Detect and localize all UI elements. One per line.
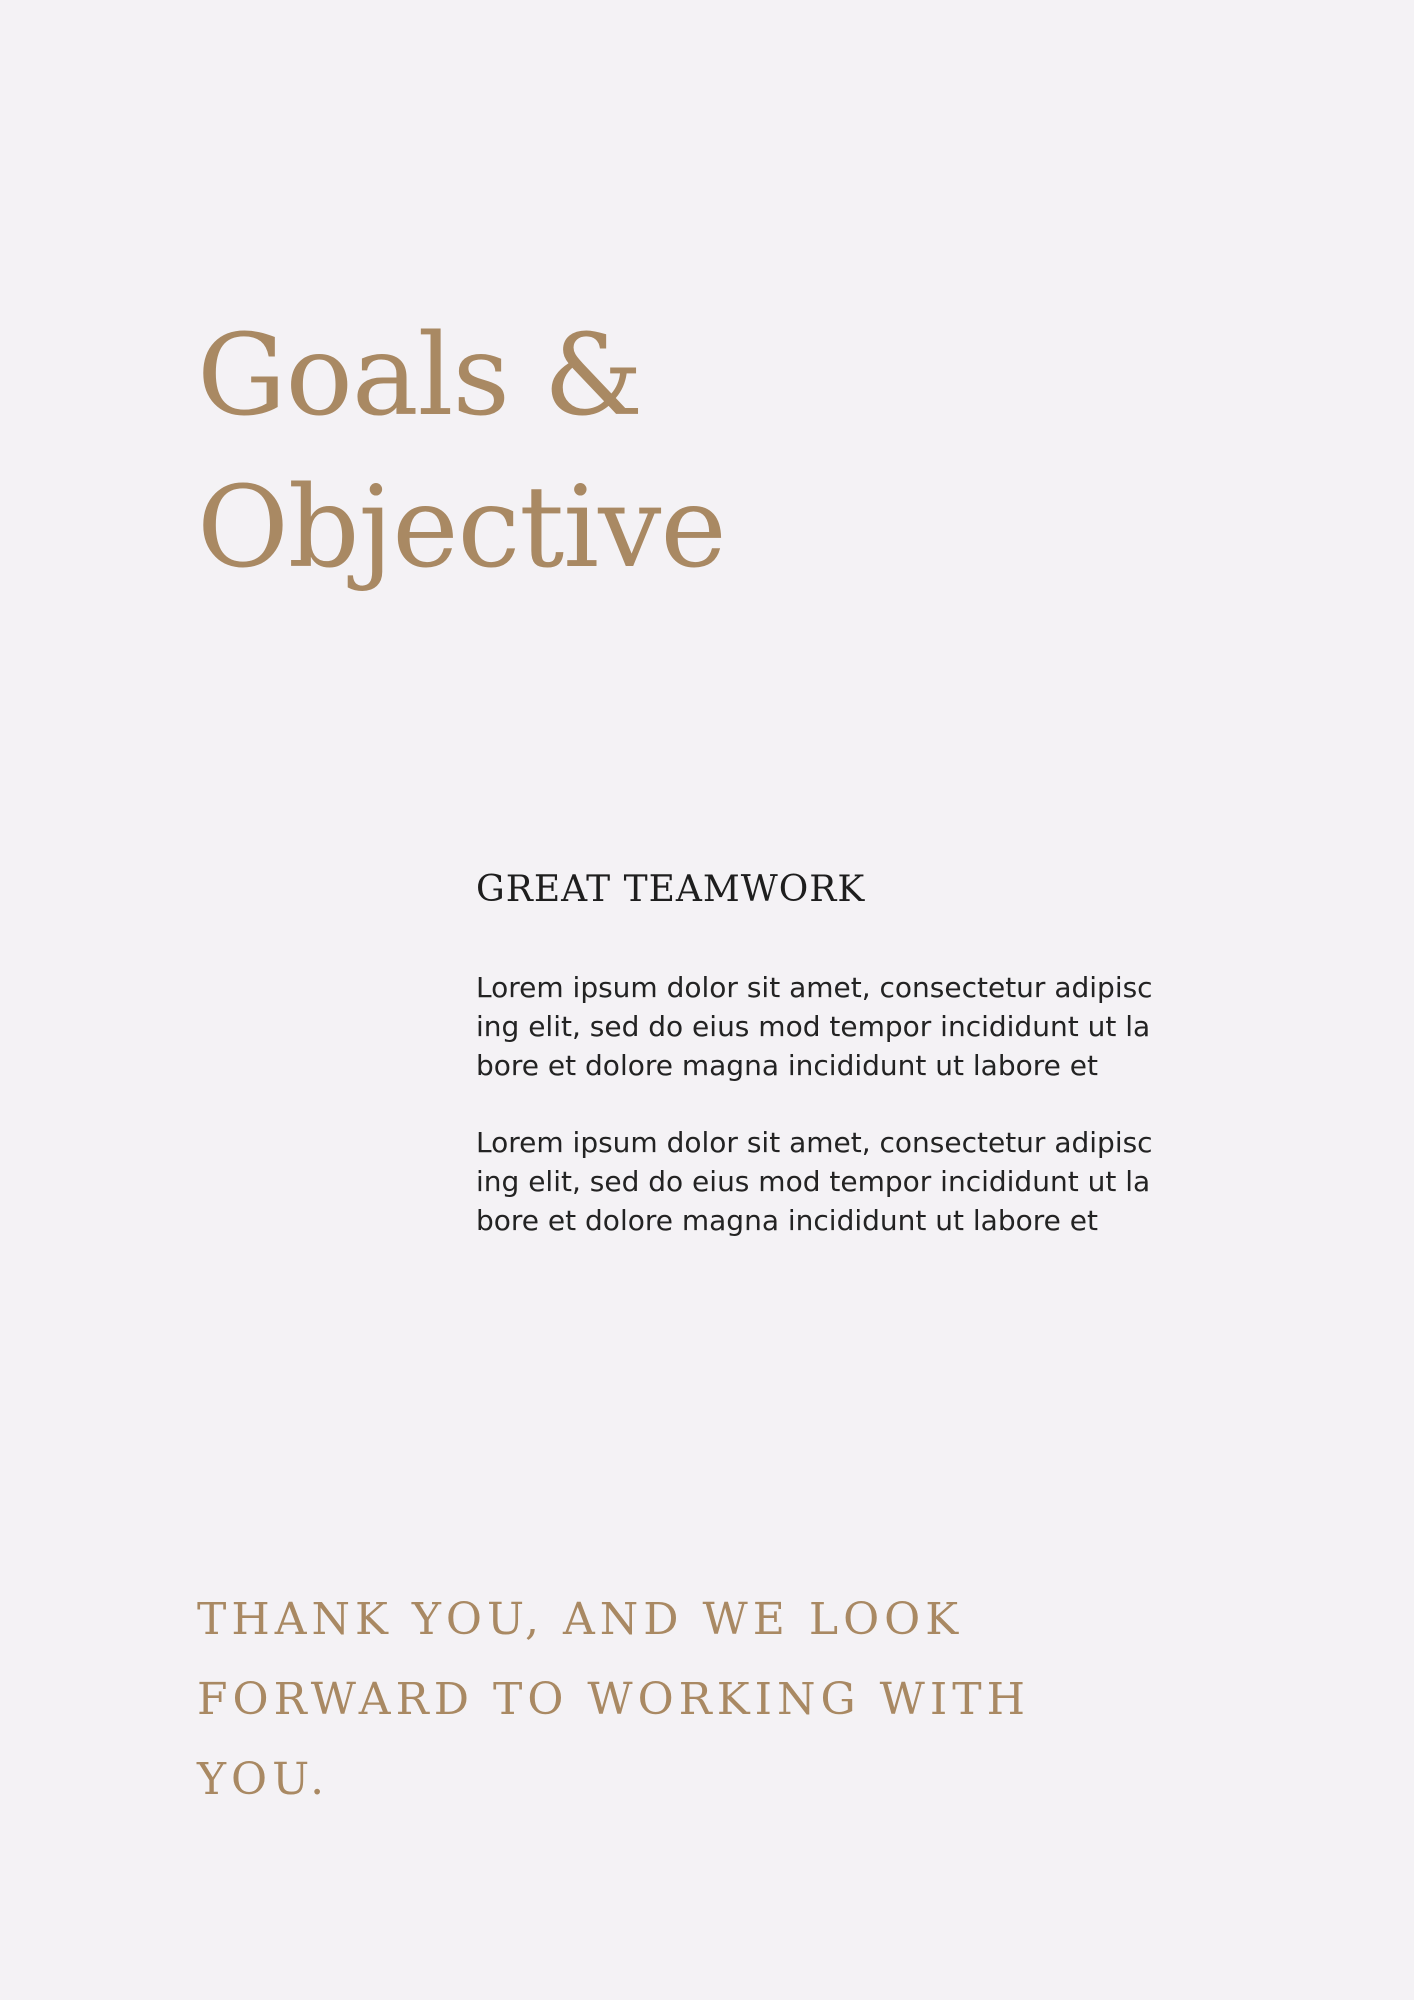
section-heading: GREAT TEAMWORK (476, 869, 866, 910)
body-paragraph-1: Lorem ipsum dolor sit amet, consectetur … (476, 971, 1153, 1082)
teamwork-section: GREAT TEAMWORK Lorem ipsum dolor sit ame… (476, 860, 1156, 1278)
page-title: Goals & Objective (197, 300, 727, 604)
page-title-line-1: Goals & (197, 311, 643, 441)
closing-message: THANK YOU, AND WE LOOK FORWARD TO WORKIN… (197, 1594, 1031, 1805)
page-title-line-2: Objective (197, 463, 727, 593)
body-paragraph-2: Lorem ipsum dolor sit amet, consectetur … (476, 1126, 1153, 1237)
